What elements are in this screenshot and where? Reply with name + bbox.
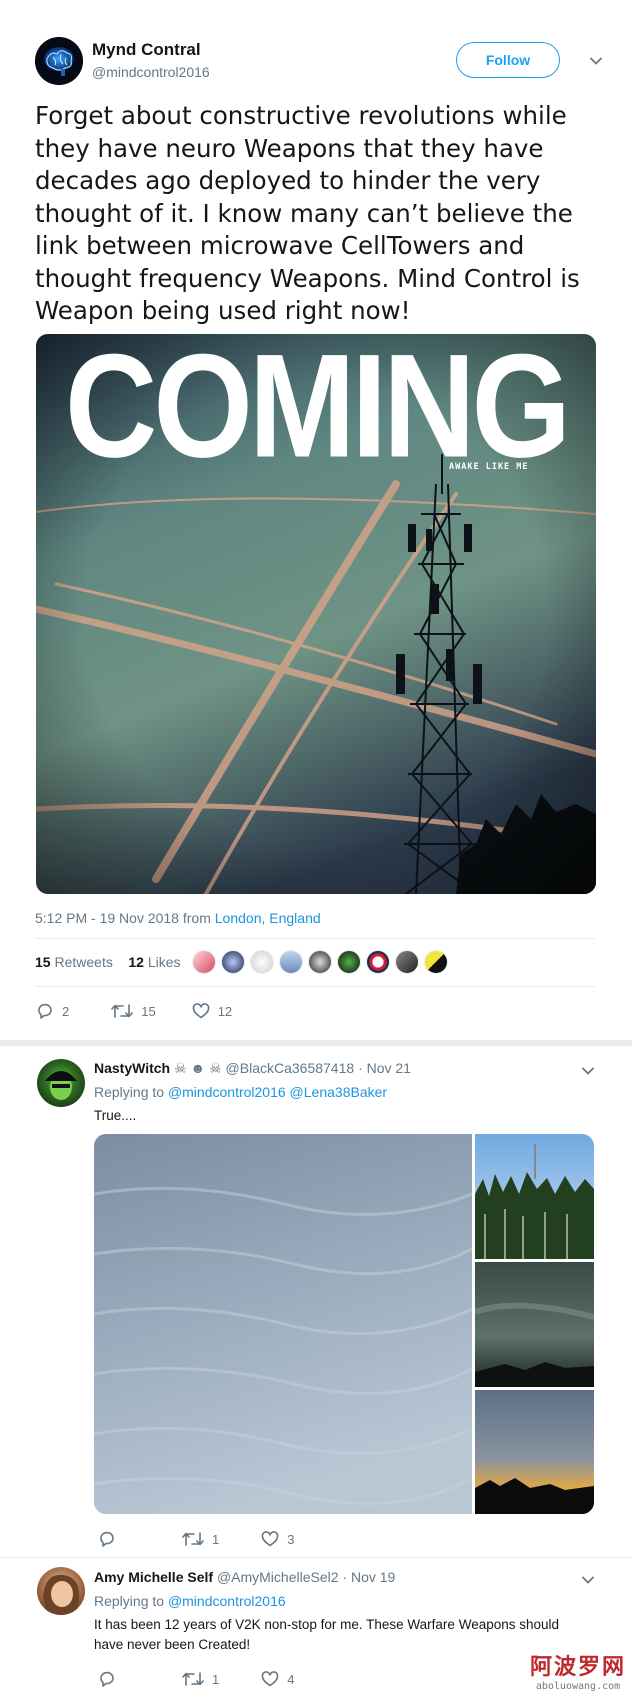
tweet-timestamp: 5:12 PM - 19 Nov 2018 from London, Engla… xyxy=(35,910,321,926)
liker-avatar[interactable] xyxy=(192,950,216,974)
liker-avatars xyxy=(192,950,453,974)
author-handle[interactable]: @mindcontrol2016 xyxy=(92,64,210,80)
replying-to: Replying to @mindcontrol2016 xyxy=(94,1593,286,1609)
section-divider xyxy=(0,1040,632,1046)
like-button[interactable]: 12 xyxy=(192,1003,232,1019)
image-title: COMING xyxy=(64,334,571,489)
brain-icon xyxy=(35,37,83,85)
reply-text: It has been 12 years of V2K non-stop for… xyxy=(94,1617,560,1652)
like-button[interactable]: 4 xyxy=(261,1671,294,1687)
reply-author-name[interactable]: NastyWitch xyxy=(94,1060,170,1076)
retweet-icon xyxy=(111,1004,134,1018)
reply-image[interactable] xyxy=(475,1134,594,1259)
like-button[interactable]: 3 xyxy=(261,1531,294,1547)
retweet-icon xyxy=(182,1532,204,1546)
reply-author-emojis: ☠ ☻ ☠ xyxy=(174,1060,222,1076)
reply-count: 2 xyxy=(62,1003,70,1019)
reply-text: True.... xyxy=(94,1108,137,1123)
image-caption: AWAKE LIKE ME xyxy=(449,462,529,472)
heart-icon xyxy=(261,1671,279,1687)
retweet-count: 1 xyxy=(212,1531,220,1547)
site-watermark: 阿波罗网 aboluowang.com xyxy=(530,1649,626,1692)
chevron-down-icon[interactable] xyxy=(580,1063,596,1079)
witch-face-icon xyxy=(45,1071,77,1100)
avatar[interactable] xyxy=(37,1059,85,1107)
tweet-image[interactable]: COMING AWAKE LIKE ME xyxy=(36,334,596,894)
divider xyxy=(35,986,595,987)
reply-button[interactable] xyxy=(98,1530,124,1548)
liker-avatar[interactable] xyxy=(337,950,361,974)
replying-to: Replying to @mindcontrol2016 @Lena38Bake… xyxy=(94,1084,387,1100)
liker-avatar[interactable] xyxy=(395,950,419,974)
heart-icon xyxy=(192,1003,210,1019)
reply-author-handle[interactable]: @AmyMichelleSel2 xyxy=(217,1569,339,1585)
likes-stat[interactable]: 12 Likes xyxy=(128,954,180,970)
chevron-down-icon[interactable] xyxy=(580,1572,596,1588)
follow-button[interactable]: Follow xyxy=(456,42,560,78)
reply-actions: 1 4 xyxy=(98,1670,330,1688)
replying-to-label: Replying to xyxy=(94,1593,165,1609)
person-face-icon xyxy=(43,1574,80,1615)
reply-header: Amy Michelle Self @AmyMichelleSel2 · Nov… xyxy=(94,1569,395,1585)
chevron-down-icon[interactable] xyxy=(588,53,604,69)
like-count: 3 xyxy=(287,1531,295,1547)
divider xyxy=(0,1557,632,1558)
retweets-stat[interactable]: 15 Retweets xyxy=(35,954,113,970)
retweet-button[interactable]: 1 xyxy=(182,1671,219,1687)
liker-avatar[interactable] xyxy=(424,950,448,974)
reply-author-handle[interactable]: @BlackCa36587418 xyxy=(226,1060,355,1076)
like-count: 12 xyxy=(217,1003,233,1019)
replying-to-users[interactable]: @mindcontrol2016 xyxy=(168,1593,286,1609)
divider xyxy=(35,938,595,939)
reply-actions: 1 3 xyxy=(98,1530,330,1548)
retweet-count: 1 xyxy=(212,1671,220,1687)
liker-avatar[interactable] xyxy=(308,950,332,974)
retweet-icon xyxy=(182,1672,204,1686)
liker-avatar[interactable] xyxy=(221,950,245,974)
reply-image[interactable] xyxy=(475,1390,594,1514)
liker-avatar[interactable] xyxy=(250,950,274,974)
reply-media-grid xyxy=(94,1134,594,1514)
liker-avatar[interactable] xyxy=(366,950,390,974)
reply-icon xyxy=(100,1671,114,1687)
liker-avatar[interactable] xyxy=(279,950,303,974)
tweet-actions: 2 15 12 xyxy=(36,1002,268,1020)
retweet-button[interactable]: 1 xyxy=(182,1531,219,1547)
avatar[interactable] xyxy=(35,37,83,85)
reply-author-name[interactable]: Amy Michelle Self xyxy=(94,1569,213,1585)
tweet-location[interactable]: London, England xyxy=(215,910,321,926)
replying-to-label: Replying to xyxy=(94,1084,165,1100)
retweet-count: 15 xyxy=(141,1003,156,1019)
reply-date[interactable]: · Nov 19 xyxy=(342,1569,395,1585)
reply-icon xyxy=(100,1531,114,1547)
avatar[interactable] xyxy=(37,1567,85,1615)
reply-button[interactable] xyxy=(98,1670,124,1688)
retweet-button[interactable]: 15 xyxy=(111,1003,156,1019)
reply-image[interactable] xyxy=(94,1134,472,1514)
replying-to-users[interactable]: @mindcontrol2016 @Lena38Baker xyxy=(168,1084,387,1100)
tweet-time[interactable]: 5:12 PM - 19 Nov 2018 from xyxy=(35,910,211,926)
reply-image[interactable] xyxy=(475,1262,594,1387)
reply-button[interactable]: 2 xyxy=(36,1002,69,1020)
heart-icon xyxy=(261,1531,279,1547)
watermark-en: aboluowang.com xyxy=(535,1681,621,1692)
tweet-text: Forget about constructive revolutions wh… xyxy=(35,101,580,325)
reply-header: NastyWitch ☠ ☻ ☠ @BlackCa36587418 · Nov … xyxy=(94,1060,411,1077)
like-count: 4 xyxy=(287,1671,295,1687)
watermark-cn: 阿波罗网 xyxy=(529,1655,626,1680)
tweet-stats: 15 Retweets 12 Likes xyxy=(35,954,181,970)
author-name[interactable]: Mynd Contral xyxy=(92,40,201,60)
reply-icon xyxy=(38,1003,52,1019)
reply-date[interactable]: · Nov 21 xyxy=(358,1060,411,1076)
